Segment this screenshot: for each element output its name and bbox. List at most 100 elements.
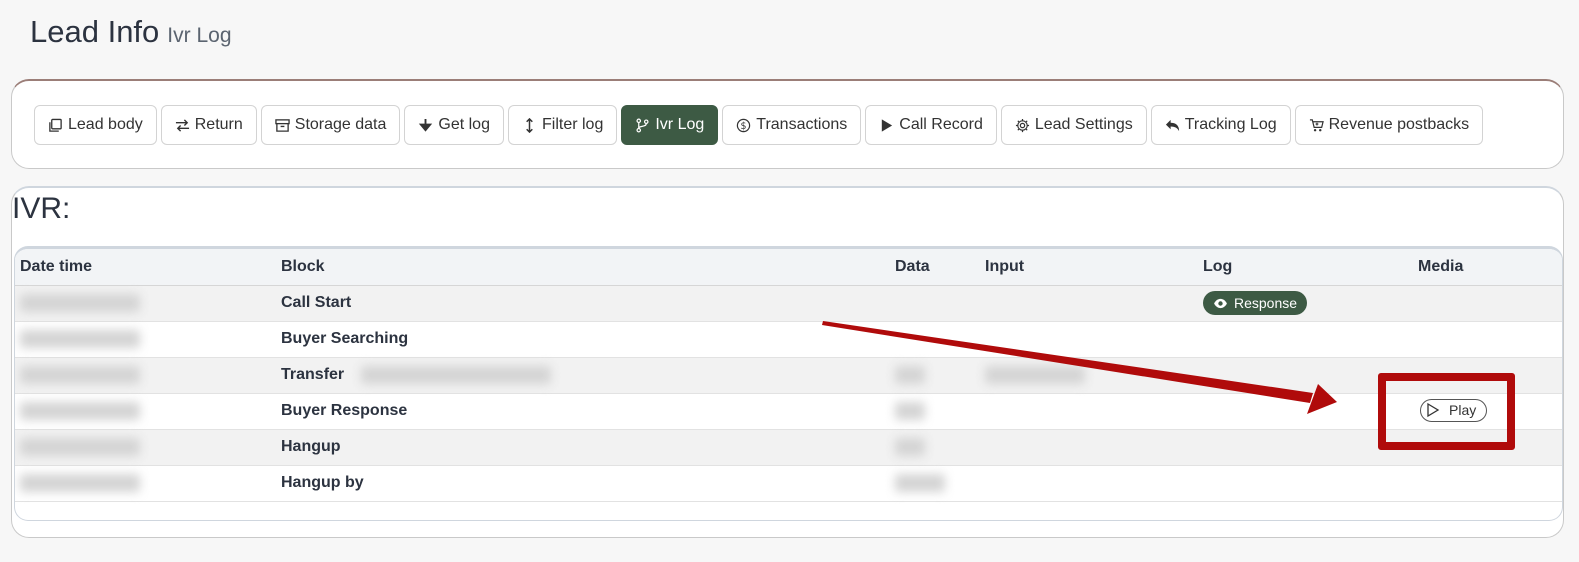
tab-transactions[interactable]: $ Transactions <box>722 105 862 145</box>
table-header-row: Date time Block Data Input Log Media <box>15 249 1562 286</box>
table-row: Transfer <box>15 357 1562 394</box>
media-cell <box>1413 321 1562 358</box>
redacted-value <box>20 473 140 492</box>
swap-arrows-icon <box>175 118 189 132</box>
redacted-value <box>895 365 925 384</box>
table-row: Buyer Searching <box>15 321 1562 358</box>
data-cell <box>890 429 980 466</box>
tab-tracking-log[interactable]: Tracking Log <box>1150 105 1291 145</box>
tab-lead-body[interactable]: Lead body <box>34 105 157 145</box>
tab-lead-settings[interactable]: Lead Settings <box>1000 105 1147 145</box>
tabs-card: Lead body Return Storage data Get log Fi… <box>11 79 1564 169</box>
log-cell <box>1198 321 1413 358</box>
block-cell: Hangup <box>276 429 890 466</box>
block-cell: Call Start <box>276 285 890 322</box>
tab-label: Call Record <box>899 116 983 133</box>
tab-filter-log[interactable]: Filter log <box>507 105 618 145</box>
tab-ivr-log[interactable]: Ivr Log <box>621 105 719 145</box>
tab-label: Get log <box>438 116 490 133</box>
redacted-value <box>895 473 945 492</box>
redacted-value <box>985 365 1085 384</box>
eye-icon <box>1214 298 1227 308</box>
input-cell <box>980 321 1198 358</box>
input-cell <box>980 465 1198 502</box>
table-row: Hangup by <box>15 465 1562 502</box>
date-time-cell <box>15 465 276 502</box>
tab-return[interactable]: Return <box>160 105 257 145</box>
tab-revenue-postbacks[interactable]: Revenue postbacks <box>1294 105 1484 145</box>
column-header-block: Block <box>276 249 890 286</box>
tab-label: Revenue postbacks <box>1328 116 1470 133</box>
input-cell <box>980 357 1198 394</box>
date-time-cell <box>15 393 276 430</box>
redacted-value <box>895 437 925 456</box>
block-cell: Transfer <box>276 357 890 394</box>
data-cell <box>890 285 980 322</box>
log-cell: Response <box>1198 285 1413 322</box>
svg-text:$: $ <box>741 120 747 131</box>
tab-call-record[interactable]: Call Record <box>865 105 997 145</box>
column-header-media: Media <box>1413 249 1562 286</box>
date-time-cell <box>15 285 276 322</box>
block-cell: Buyer Searching <box>276 321 890 358</box>
response-button[interactable]: Response <box>1203 291 1308 315</box>
tab-get-log[interactable]: Get log <box>404 105 504 145</box>
tabs-row: Lead body Return Storage data Get log Fi… <box>34 105 1484 145</box>
redacted-value <box>20 365 140 384</box>
input-cell <box>980 429 1198 466</box>
play-triangle-icon <box>882 118 893 132</box>
date-time-cell <box>15 429 276 466</box>
data-cell <box>890 465 980 502</box>
annotation-highlight-box <box>1378 373 1515 450</box>
download-arrow-icon <box>419 118 433 132</box>
page-header: Lead Info Ivr Log <box>30 14 232 50</box>
tab-label: Storage data <box>294 116 387 133</box>
block-label: Transfer <box>281 366 345 384</box>
ivr-card: IVR: Date time Block Data Input Log Medi… <box>11 186 1564 538</box>
block-cell: Buyer Response <box>276 393 890 430</box>
page-subtitle: Ivr Log <box>167 24 232 47</box>
column-header-input: Input <box>980 249 1198 286</box>
redacted-value <box>20 293 140 312</box>
tab-label: Ivr Log <box>655 116 705 133</box>
gear-icon <box>1015 118 1029 132</box>
column-header-log: Log <box>1198 249 1413 286</box>
redacted-value <box>360 365 551 384</box>
cart-icon <box>1309 118 1324 131</box>
column-header-data: Data <box>890 249 980 286</box>
data-cell <box>890 357 980 394</box>
block-cell: Hangup by <box>276 465 890 502</box>
input-cell <box>980 285 1198 322</box>
date-time-cell <box>15 357 276 394</box>
date-time-cell <box>15 321 276 358</box>
vertical-arrows-icon <box>526 117 533 133</box>
tab-label: Tracking Log <box>1184 116 1277 133</box>
tab-label: Lead body <box>68 116 143 133</box>
tab-label: Transactions <box>756 116 848 133</box>
input-cell <box>980 393 1198 430</box>
log-cell <box>1198 465 1413 502</box>
column-header-date-time: Date time <box>15 249 276 286</box>
data-cell <box>890 321 980 358</box>
archive-icon <box>275 118 290 132</box>
tab-label: Return <box>194 116 243 133</box>
redacted-value <box>20 401 140 420</box>
table-row: Buyer Response Play <box>15 393 1562 430</box>
branch-icon <box>636 118 649 132</box>
dollar-circle-icon: $ <box>737 118 751 132</box>
tab-label: Lead Settings <box>1034 116 1133 133</box>
data-cell <box>890 393 980 430</box>
table-row: Call Start Response <box>15 285 1562 322</box>
redacted-value <box>20 437 140 456</box>
table-row: Hangup <box>15 429 1562 466</box>
redacted-value <box>20 329 140 348</box>
page-title: Lead Info <box>30 14 160 49</box>
media-cell <box>1413 285 1562 322</box>
tab-storage-data[interactable]: Storage data <box>260 105 401 145</box>
ivr-title: IVR: <box>12 192 71 225</box>
tab-label: Filter log <box>541 116 604 133</box>
redacted-value <box>895 401 925 420</box>
copy-icon <box>49 118 62 132</box>
ivr-table: Date time Block Data Input Log Media Cal… <box>14 246 1563 521</box>
media-cell <box>1413 465 1562 502</box>
